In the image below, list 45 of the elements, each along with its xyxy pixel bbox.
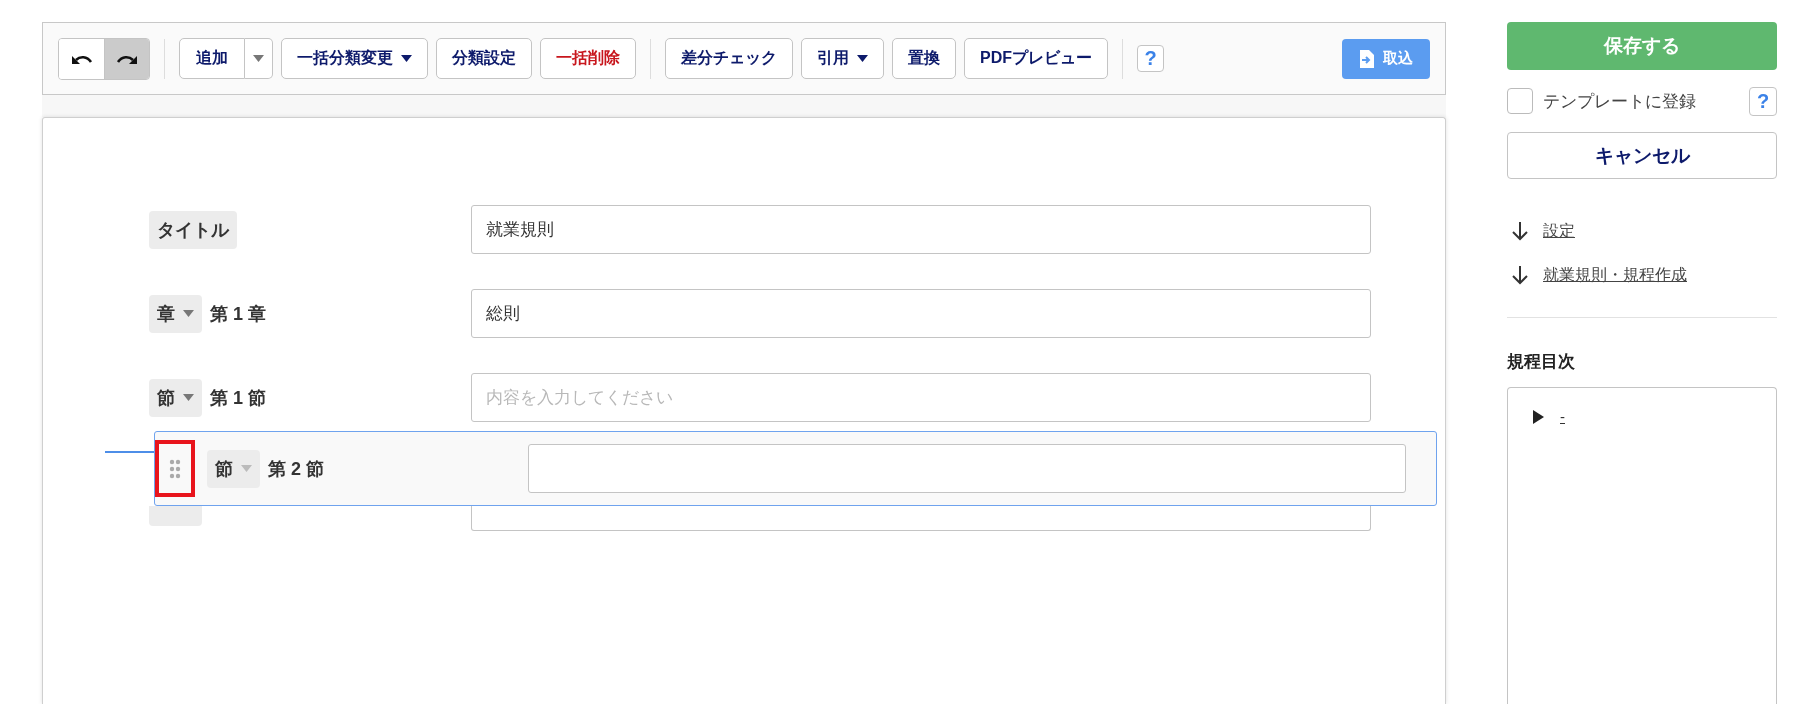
- add-button[interactable]: 追加: [179, 38, 245, 79]
- toolbar-button[interactable]: 差分チェック: [665, 38, 793, 79]
- toolbar-button[interactable]: PDFプレビュー: [964, 38, 1108, 79]
- undo-button[interactable]: [59, 38, 104, 79]
- row-label: タイトル: [149, 210, 237, 249]
- drag-handle[interactable]: [155, 440, 195, 497]
- grip-icon: [169, 458, 181, 479]
- text-field[interactable]: [528, 444, 1406, 493]
- checkbox[interactable]: [1507, 88, 1533, 114]
- arrow-down-icon: [1511, 265, 1529, 285]
- toc-item[interactable]: -: [1560, 408, 1565, 425]
- dropdown-button[interactable]: [245, 38, 273, 79]
- section-number: 第 2 節: [268, 457, 324, 481]
- arrow-down-icon: [1511, 221, 1529, 241]
- help-button[interactable]: ?: [1137, 45, 1164, 72]
- text-field[interactable]: 内容を入力してください: [471, 373, 1371, 422]
- text-field[interactable]: [471, 506, 1371, 531]
- toc-title: 規程目次: [1507, 351, 1576, 373]
- delete-button[interactable]: 一括削除: [540, 38, 636, 79]
- caret-icon: [401, 55, 412, 62]
- redo-button[interactable]: [104, 38, 149, 79]
- dropdown-button[interactable]: 引用: [801, 38, 884, 79]
- dropdown-button[interactable]: 一括分類変更: [281, 38, 428, 79]
- section-number: 第 1 節: [210, 386, 266, 410]
- caret-icon: [857, 55, 868, 62]
- section-number: 第 1 章: [210, 302, 266, 326]
- type-select[interactable]: 章: [149, 294, 202, 333]
- dragged-row[interactable]: 節 第 2 節: [154, 431, 1437, 506]
- anchor-link[interactable]: 設定: [1543, 220, 1575, 242]
- file-import-icon: [1359, 48, 1375, 69]
- caret-icon: [253, 55, 264, 62]
- anchor-link[interactable]: 就業規則・規程作成: [1543, 264, 1687, 286]
- drop-indicator: [105, 451, 155, 453]
- text-field[interactable]: 就業規則: [471, 205, 1371, 254]
- caret-icon: [183, 394, 194, 401]
- caret-icon: [241, 465, 252, 472]
- type-select[interactable]: 節: [207, 449, 260, 488]
- caret-icon: [183, 310, 194, 317]
- type-select[interactable]: 節: [149, 378, 202, 417]
- toolbar-button[interactable]: 分類設定: [436, 38, 532, 79]
- toolbar-button[interactable]: 置換: [892, 38, 956, 79]
- cancel-button[interactable]: キャンセル: [1507, 132, 1777, 179]
- checkbox-label: テンプレートに登録: [1543, 90, 1696, 113]
- text-field[interactable]: 総則: [471, 289, 1371, 338]
- help-button[interactable]: ?: [1749, 86, 1777, 116]
